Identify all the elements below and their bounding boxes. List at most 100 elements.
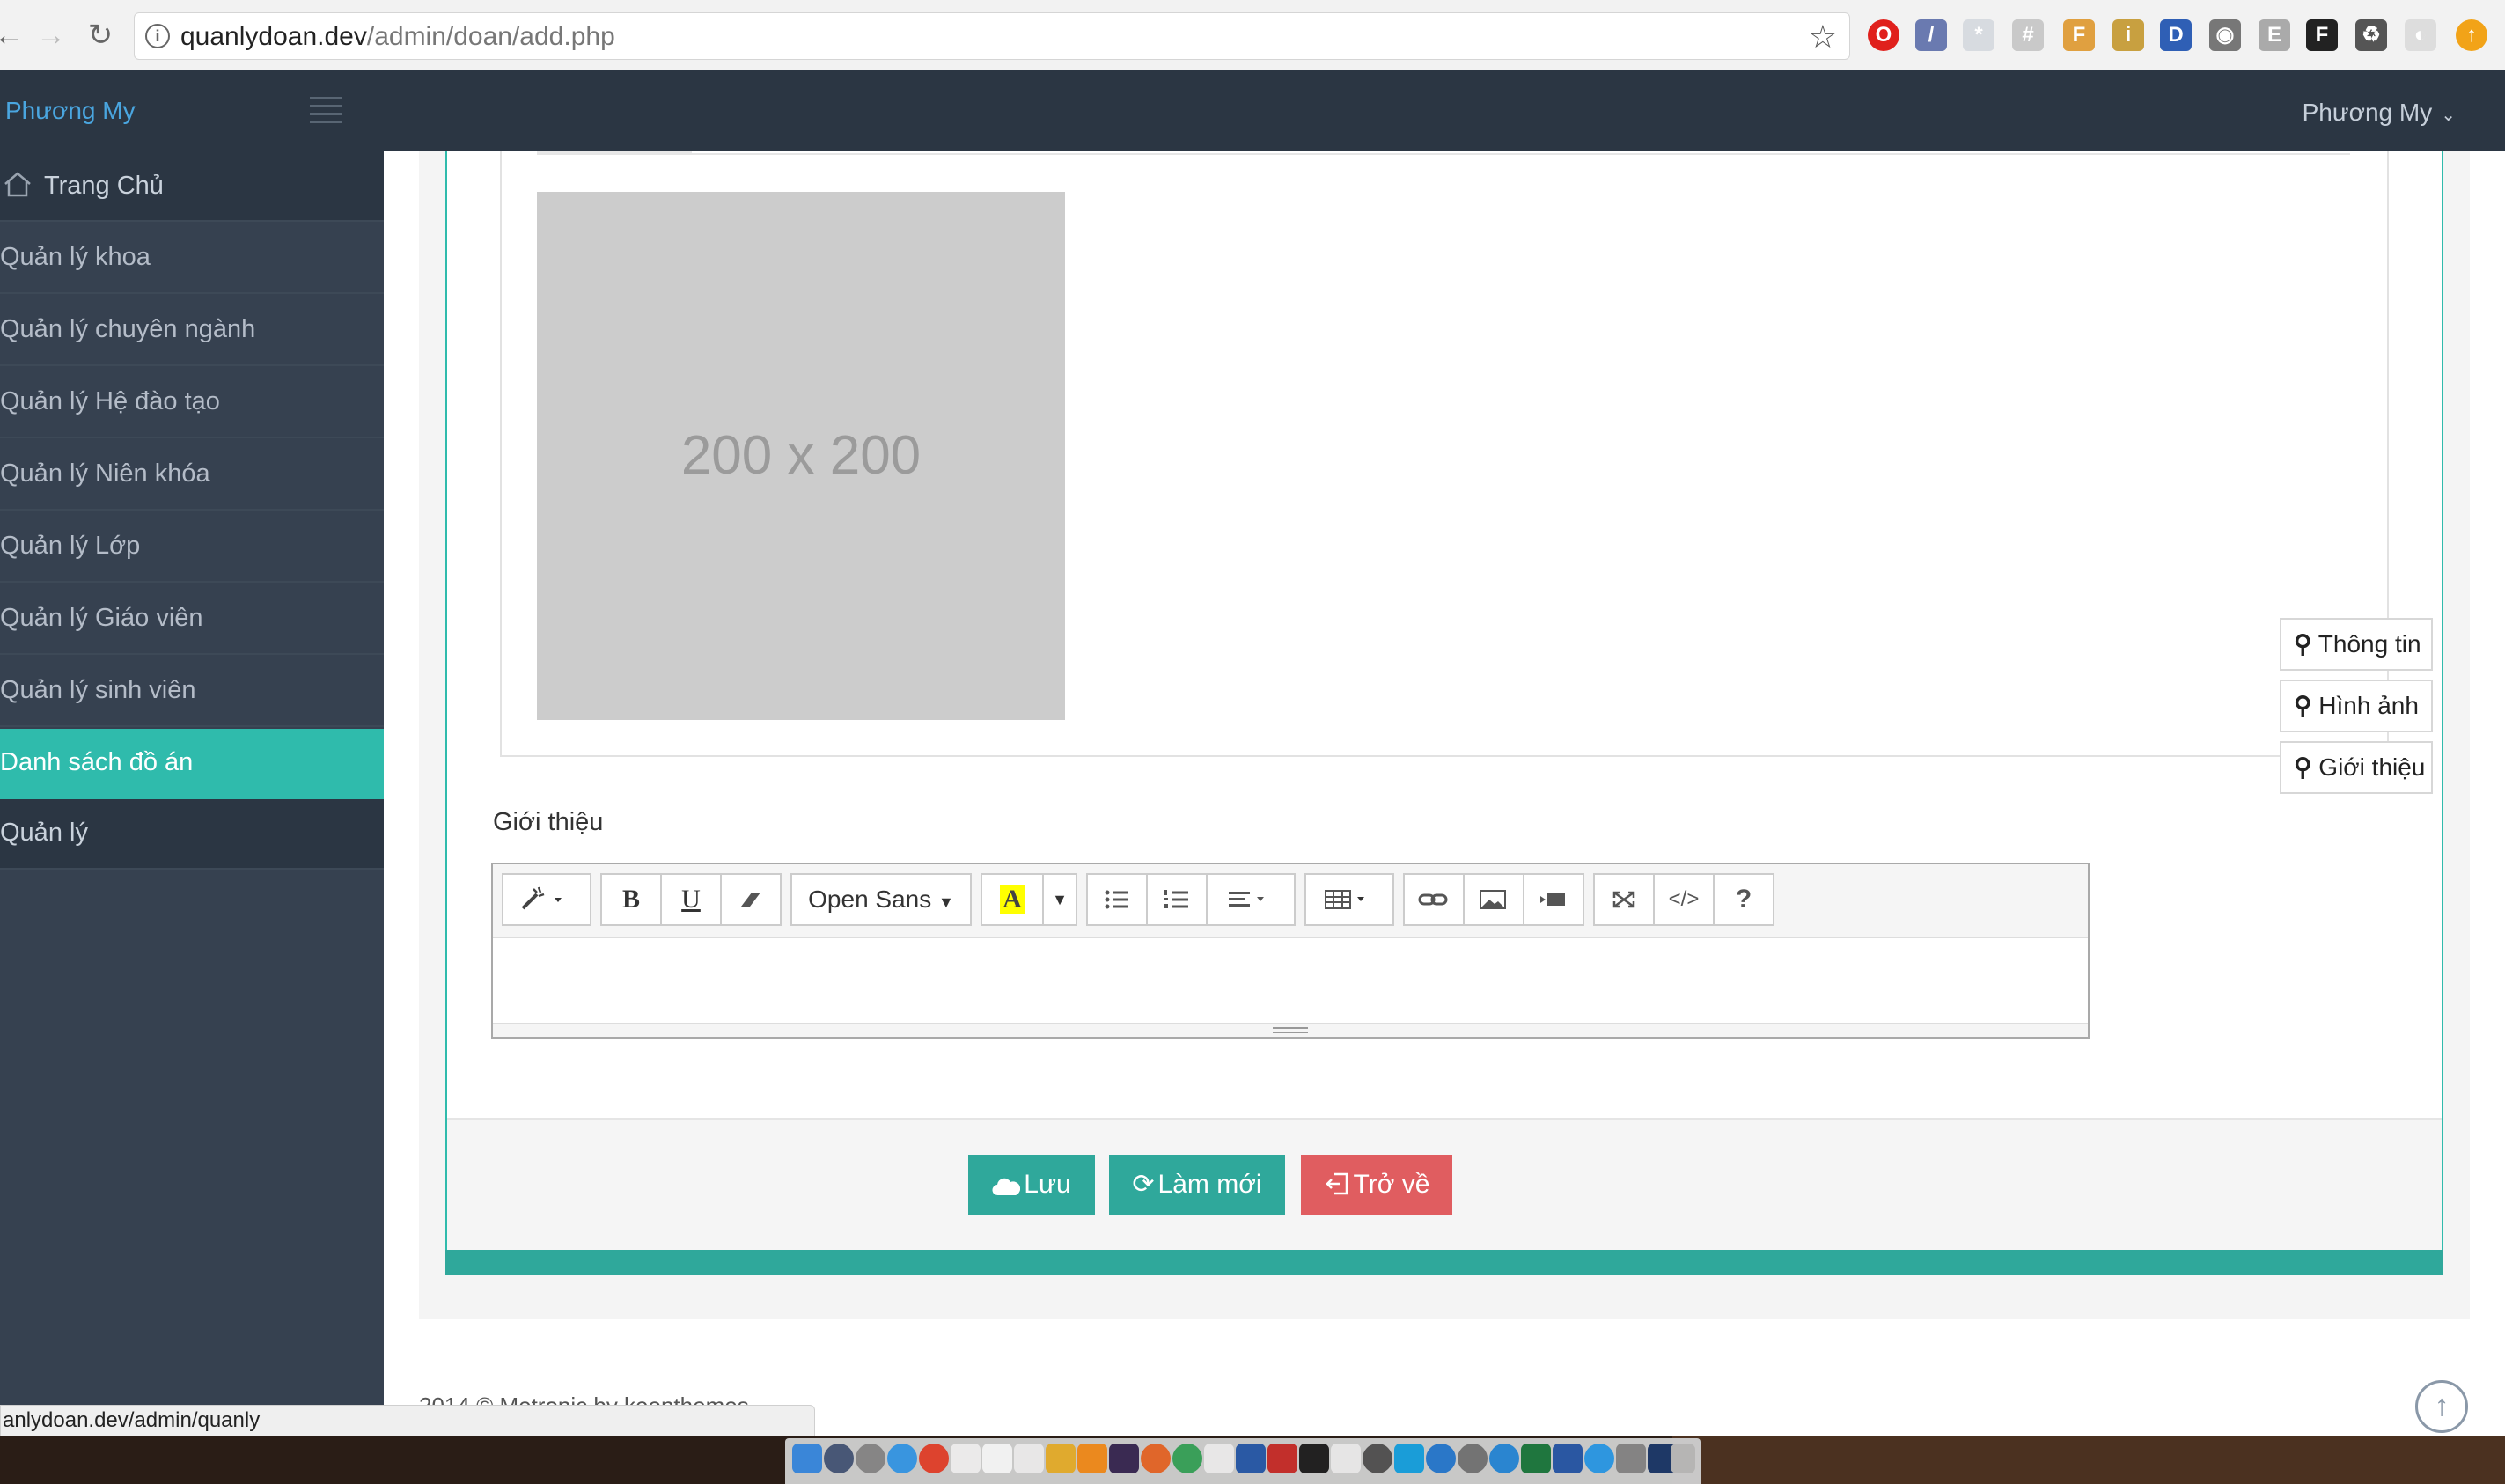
ruler-extension-icon[interactable]: F [2063, 19, 2095, 51]
highlight-color-button[interactable]: A [981, 873, 1044, 926]
spotify-icon[interactable] [1172, 1444, 1202, 1473]
search-icon: ⚲ [2294, 753, 2312, 781]
trash-icon[interactable] [1671, 1444, 1695, 1473]
notes-icon[interactable] [982, 1444, 1012, 1473]
address-bar[interactable]: i quanlydoan.dev/admin/doan/add.php ☆ [134, 12, 1850, 60]
help-button[interactable]: ? [1713, 873, 1774, 926]
grid-extension-icon[interactable]: # [2012, 19, 2044, 51]
opera-extension-icon[interactable]: O [1868, 19, 1899, 51]
editor-resize-handle[interactable] [493, 1023, 2088, 1037]
code-view-button[interactable]: </> [1653, 873, 1715, 926]
sidebar-item-home[interactable]: Trang Chủ [0, 151, 384, 222]
picture-icon [1480, 890, 1506, 909]
clear-format-button[interactable] [720, 873, 782, 926]
filezilla-icon[interactable] [1267, 1444, 1297, 1473]
skype-icon[interactable] [1394, 1444, 1424, 1473]
system-prefs-icon[interactable] [1458, 1444, 1488, 1473]
moon-extension-icon[interactable]: ◐ [2405, 19, 2436, 51]
vscode-icon[interactable] [1236, 1444, 1266, 1473]
back-button[interactable]: Trở về [1301, 1155, 1452, 1215]
video-icon [1540, 893, 1565, 906]
settings-icon[interactable] [1363, 1444, 1392, 1473]
es-extension-icon[interactable]: E [2259, 19, 2290, 51]
git-icon[interactable] [1141, 1444, 1171, 1473]
photo-icon[interactable] [1616, 1444, 1646, 1473]
fp-extension-icon[interactable]: F [2306, 19, 2338, 51]
sidebar-item-he-dao-tao[interactable]: Quản lý Hệ đào tạo [0, 368, 384, 438]
home-icon [4, 171, 32, 197]
reload-icon[interactable]: ↻ [83, 18, 118, 53]
sidebar-item-lop[interactable]: Quản lý Lớp [0, 512, 384, 583]
bold-button[interactable]: B [600, 873, 662, 926]
search-icon: ⚲ [2294, 692, 2312, 719]
table-icon [1325, 890, 1364, 909]
save-button[interactable]: Lưu [968, 1155, 1095, 1215]
sidebar-item-nien-khoa[interactable]: Quản lý Niên khóa [0, 440, 384, 511]
preview-icon[interactable] [1014, 1444, 1044, 1473]
browser-toolbar: ← → ↻ i quanlydoan.dev/admin/doan/add.ph… [0, 0, 2505, 70]
react-extension-icon[interactable]: * [1963, 19, 1994, 51]
table-dropdown-button[interactable] [1304, 873, 1394, 926]
sketch-icon[interactable] [1046, 1444, 1076, 1473]
brand-logo[interactable]: Phương My [5, 97, 136, 125]
forward-arrow-icon[interactable]: → [33, 18, 69, 53]
sidebar-item-giao-vien[interactable]: Quản lý Giáo viên [0, 584, 384, 655]
paragraph-align-dropdown[interactable] [1206, 873, 1296, 926]
sequel-icon[interactable] [1331, 1444, 1361, 1473]
textedit-icon[interactable] [1204, 1444, 1234, 1473]
underline-button[interactable]: U [660, 873, 722, 926]
finder-icon[interactable] [792, 1444, 822, 1473]
d-extension-icon[interactable]: D [2160, 19, 2192, 51]
safari-icon[interactable] [887, 1444, 917, 1473]
bookmark-star-icon[interactable]: ☆ [1809, 18, 1837, 55]
ordered-list-button[interactable] [1146, 873, 1208, 926]
insert-video-button[interactable] [1523, 873, 1584, 926]
scroll-to-top-button[interactable]: ↑ [2415, 1380, 2468, 1433]
unordered-list-button[interactable] [1086, 873, 1148, 926]
chevron-down-icon: ⌄ [2441, 106, 2456, 125]
camera-extension-icon[interactable]: ◉ [2209, 19, 2241, 51]
calendar-icon[interactable] [951, 1444, 981, 1473]
insert-image-button[interactable] [1463, 873, 1524, 926]
link-button[interactable] [1403, 873, 1465, 926]
tab-gioi-thieu[interactable]: ⚲ Giới thiệu [2280, 741, 2433, 794]
recycle-extension-icon[interactable]: ♻ [2355, 19, 2387, 51]
sidebar-item-sinh-vien[interactable]: Quản lý sinh viên [0, 657, 384, 727]
sublime-icon[interactable] [1077, 1444, 1107, 1473]
sidebar-item-quan-ly[interactable]: Quản lý [0, 799, 384, 870]
sidebar-item-label: Quản lý Giáo viên [0, 604, 203, 632]
status-bar-link: anlydoan.dev/admin/quanly [0, 1405, 815, 1436]
editor-content-area[interactable] [493, 938, 2088, 1023]
eyedropper-extension-icon[interactable]: / [1915, 19, 1947, 51]
app-header: Phương My Phương My ⌄ [0, 70, 2505, 151]
color-dropdown-button[interactable]: ▼ [1042, 873, 1077, 926]
word-icon[interactable] [1553, 1444, 1583, 1473]
rocket-icon[interactable] [856, 1444, 885, 1473]
address-url[interactable]: quanlydoan.dev/admin/doan/add.php [180, 22, 615, 52]
tab-hinh-anh[interactable]: ⚲ Hình ảnh [2280, 680, 2433, 732]
back-arrow-icon[interactable]: ← [0, 18, 26, 53]
style-magic-button[interactable] [502, 873, 591, 926]
site-info-icon[interactable]: i [145, 24, 170, 48]
chrome-icon[interactable] [919, 1444, 949, 1473]
tools-extension-icon[interactable]: i [2112, 19, 2144, 51]
sidebar-item-khoa[interactable]: Quản lý khoa [0, 224, 384, 294]
sidebar-item-do-an[interactable]: Danh sách đồ án [0, 729, 384, 799]
reset-button[interactable]: ⟳ Làm mới [1109, 1155, 1285, 1215]
phpstorm-icon[interactable] [1109, 1444, 1139, 1473]
launchpad-icon[interactable] [824, 1444, 854, 1473]
font-family-dropdown[interactable]: Open Sans ▼ [790, 873, 972, 926]
messenger-icon[interactable] [1489, 1444, 1519, 1473]
back-label: Trở về [1353, 1170, 1430, 1199]
tab-thong-tin[interactable]: ⚲ Thông tin [2280, 618, 2433, 671]
appstore-icon[interactable] [1584, 1444, 1614, 1473]
sidebar-item-chuyen-nganh[interactable]: Quản lý chuyên ngành [0, 296, 384, 366]
excel-icon[interactable] [1521, 1444, 1551, 1473]
menu-toggle-icon[interactable] [310, 97, 342, 123]
tab-label: Giới thiệu [2318, 753, 2426, 781]
user-menu[interactable]: Phương My ⌄ [2303, 99, 2456, 127]
update-extension-icon[interactable]: ↑ [2456, 19, 2487, 51]
terminal-icon[interactable] [1299, 1444, 1329, 1473]
teamviewer-icon[interactable] [1426, 1444, 1456, 1473]
fullscreen-button[interactable] [1593, 873, 1655, 926]
